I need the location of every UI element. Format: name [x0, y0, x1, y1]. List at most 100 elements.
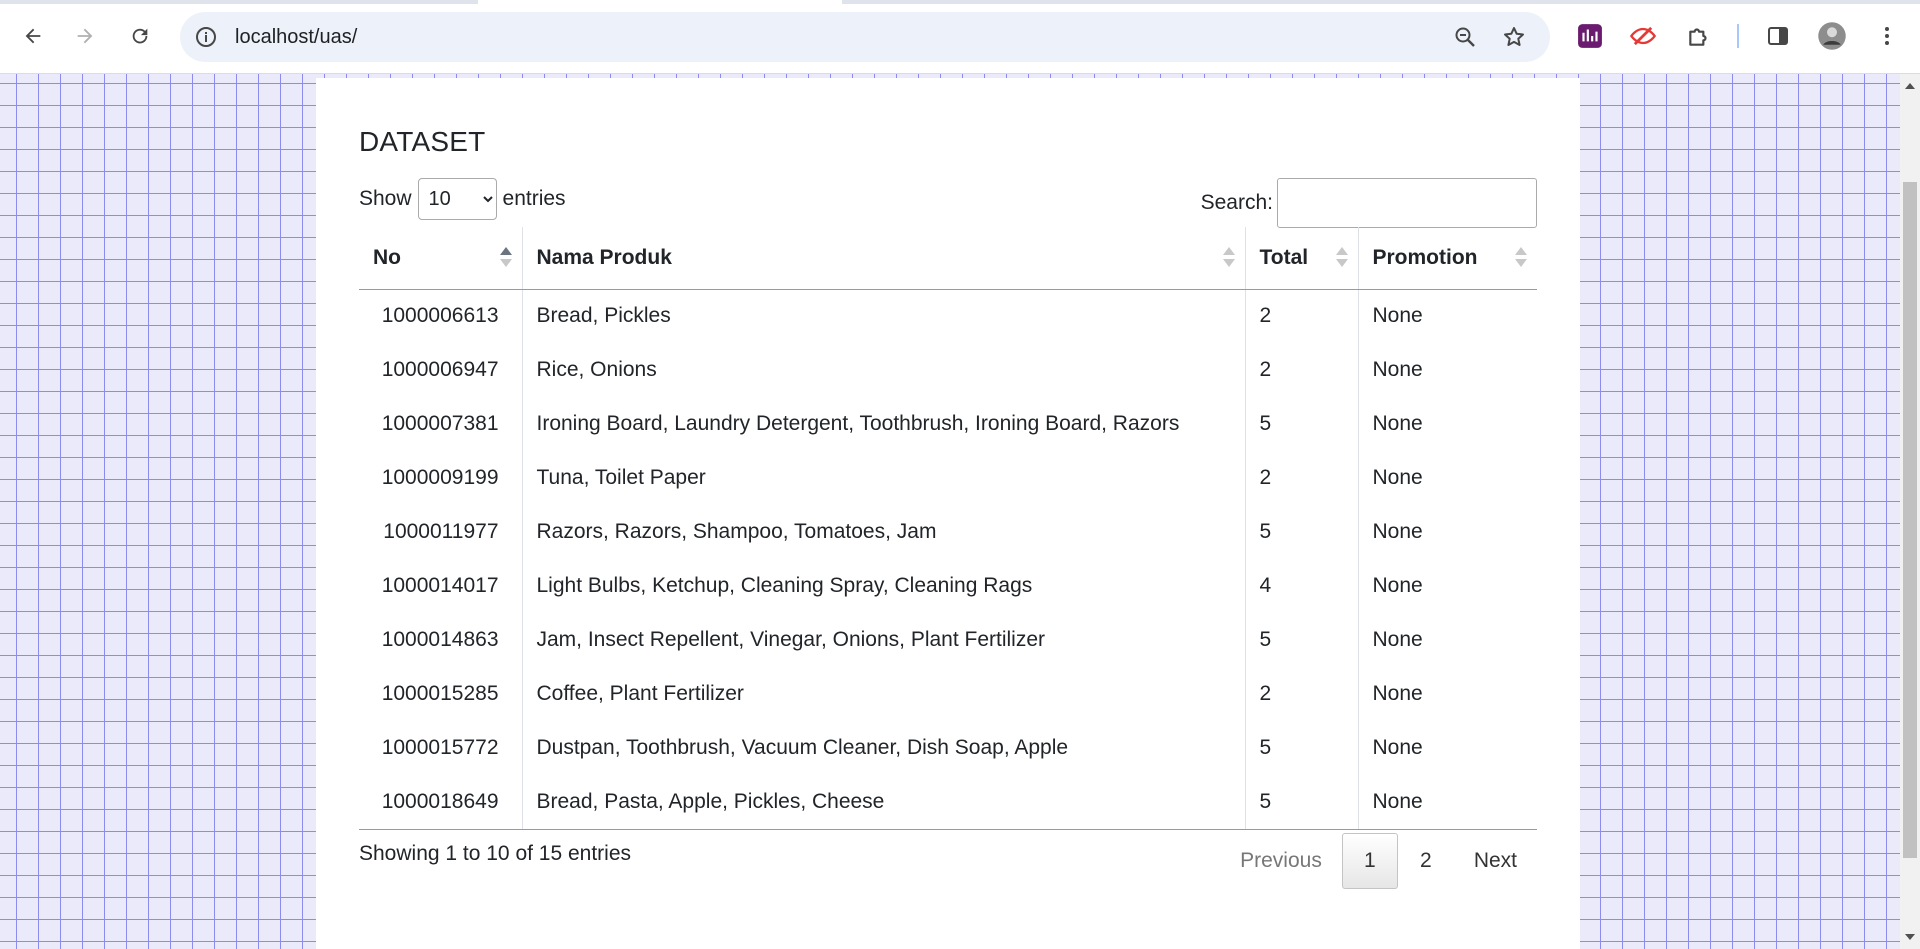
- cell-total: 2: [1244, 289, 1358, 343]
- cell-nama-produk: Ironing Board, Laundry Detergent, Toothb…: [521, 397, 1245, 451]
- active-tab[interactable]: [478, 0, 842, 4]
- cell-promotion: None: [1357, 721, 1537, 775]
- cell-nama-produk: Coffee, Plant Fertilizer: [521, 667, 1245, 721]
- page-viewport: DATASET Show 10 entries Search: No Nama …: [0, 74, 1900, 949]
- cell-promotion: None: [1357, 559, 1537, 613]
- cell-no: 1000015772: [381, 736, 499, 759]
- column-header-nama-produk[interactable]: Nama Produk: [521, 227, 1245, 290]
- browser-toolbar: localhost/uas/: [0, 0, 1920, 74]
- table-row: 1000018649 Bread, Pasta, Apple, Pickles, …: [359, 775, 1537, 830]
- table-header-row: No Nama Produk Total Promotion: [359, 227, 1537, 290]
- back-icon[interactable]: [15, 18, 51, 54]
- cell-no: 1000014863: [381, 628, 499, 651]
- cell-nama-produk: Light Bulbs, Ketchup, Cleaning Spray, Cl…: [521, 559, 1245, 613]
- cell-no: 1000006613: [381, 304, 499, 328]
- sort-icon: [1335, 247, 1348, 269]
- pagination: Previous 1 2 Next: [1220, 833, 1537, 889]
- cell-no: 1000018649: [359, 775, 522, 830]
- cell-no: 1000007381: [381, 412, 499, 435]
- cell-total: 5: [1244, 505, 1358, 559]
- page-title: DATASET: [359, 126, 486, 157]
- search-input[interactable]: [1277, 178, 1537, 228]
- entries-label: entries: [502, 187, 566, 210]
- cell-promotion: None: [1357, 289, 1537, 343]
- page-button-2[interactable]: 2: [1398, 833, 1454, 889]
- sort-icon: [1222, 247, 1235, 269]
- cell-promotion: None: [1357, 613, 1537, 667]
- cell-promotion: None: [1357, 667, 1537, 721]
- cell-nama-produk: Bread, Pickles: [521, 289, 1245, 343]
- cell-no: 1000011977: [383, 520, 499, 543]
- column-header-no[interactable]: No: [359, 227, 522, 290]
- scroll-up-icon[interactable]: [1905, 83, 1915, 89]
- toolbar-separator: [1737, 24, 1739, 48]
- column-header-total[interactable]: Total: [1244, 227, 1358, 290]
- table-row: 1000006613 Bread, Pickles 2 None: [359, 289, 1537, 343]
- cell-promotion: None: [1357, 505, 1537, 559]
- column-header-promotion[interactable]: Promotion: [1357, 227, 1537, 290]
- scrollbar-thumb[interactable]: [1903, 182, 1917, 858]
- profile-avatar[interactable]: [1816, 20, 1848, 52]
- cell-no: 1000014017: [381, 574, 499, 597]
- cell-total: 5: [1244, 397, 1358, 451]
- cell-total: 4: [1244, 559, 1358, 613]
- scroll-down-icon[interactable]: [1905, 934, 1915, 940]
- cell-no: 1000006947: [381, 358, 499, 381]
- search-label: Search:: [1200, 191, 1273, 214]
- table-info: Showing 1 to 10 of 15 entries: [359, 842, 632, 865]
- page-button-1[interactable]: 1: [1341, 833, 1398, 889]
- side-panel-icon[interactable]: [1762, 20, 1794, 52]
- column-header-label: Nama Produk: [536, 245, 672, 269]
- cell-total: 2: [1244, 343, 1358, 397]
- column-header-label: Promotion: [1372, 245, 1478, 269]
- bookmark-star-icon[interactable]: [1502, 25, 1526, 49]
- cell-nama-produk: Jam, Insect Repellent, Vinegar, Onions, …: [521, 613, 1245, 667]
- extension-chart-icon[interactable]: [1574, 20, 1606, 52]
- cell-nama-produk: Razors, Razors, Shampoo, Tomatoes, Jam: [521, 505, 1245, 559]
- search-control: Search:: [1201, 178, 1537, 228]
- cell-nama-produk: Dustpan, Toothbrush, Vacuum Cleaner, Dis…: [521, 721, 1245, 775]
- reload-icon[interactable]: [122, 18, 158, 54]
- cell-no: 1000015285: [381, 682, 499, 705]
- table-row: 1000007381 Ironing Board, Laundry Deterge…: [359, 397, 1537, 451]
- sort-icon: [1515, 247, 1527, 269]
- zoom-icon[interactable]: [1453, 25, 1477, 49]
- extensions-puzzle-icon[interactable]: [1683, 20, 1715, 52]
- cell-nama-produk: Rice, Onions: [521, 343, 1245, 397]
- table-row: 1000015285 Coffee, Plant Fertilizer 2 None: [359, 667, 1537, 721]
- extension-eye-icon[interactable]: [1627, 20, 1659, 52]
- vertical-scrollbar[interactable]: [1900, 74, 1920, 949]
- cell-promotion: None: [1357, 775, 1537, 830]
- table-row: 1000011977 Razors, Razors, Shampoo, Tomat…: [359, 505, 1537, 559]
- show-label: Show: [359, 187, 412, 210]
- table-row: 1000014863 Jam, Insect Repellent, Vinegar…: [359, 613, 1537, 667]
- cell-nama-produk: Tuna, Toilet Paper: [521, 451, 1245, 505]
- dataset-table: No Nama Produk Total Promotion 100000661…: [359, 227, 1537, 830]
- previous-page-button[interactable]: Previous: [1220, 833, 1342, 889]
- table-row: 1000015772 Dustpan, Toothbrush, Vacuum Cl…: [359, 721, 1537, 775]
- address-bar[interactable]: localhost/uas/: [180, 12, 1550, 62]
- entries-per-page-select[interactable]: 10: [417, 178, 497, 220]
- tab-strip: [0, 0, 1920, 4]
- entries-length-control: Show 10 entries: [359, 178, 566, 220]
- column-header-label: Total: [1259, 245, 1309, 269]
- cell-total: 5: [1244, 721, 1358, 775]
- sort-ascending-icon: [499, 247, 512, 269]
- forward-icon[interactable]: [67, 18, 103, 54]
- cell-total: 2: [1244, 451, 1358, 505]
- cell-promotion: None: [1357, 451, 1537, 505]
- cell-no: 1000009199: [381, 466, 499, 489]
- table-row: 1000014017 Light Bulbs, Ketchup, Cleaning…: [359, 559, 1537, 613]
- menu-kebab-icon[interactable]: [1871, 20, 1903, 52]
- cell-total: 2: [1244, 667, 1358, 721]
- site-info-icon[interactable]: [194, 25, 218, 49]
- cell-promotion: None: [1357, 397, 1537, 451]
- dataset-card: DATASET Show 10 entries Search: No Nama …: [316, 78, 1580, 949]
- next-page-button[interactable]: Next: [1454, 833, 1537, 889]
- cell-total: 5: [1244, 775, 1358, 830]
- cell-total: 5: [1244, 613, 1358, 667]
- column-header-label: No: [373, 245, 401, 269]
- table-row: 1000009199 Tuna, Toilet Paper 2 None: [359, 451, 1537, 505]
- url-text[interactable]: localhost/uas/: [235, 26, 357, 49]
- table-row: 1000006947 Rice, Onions 2 None: [359, 343, 1537, 397]
